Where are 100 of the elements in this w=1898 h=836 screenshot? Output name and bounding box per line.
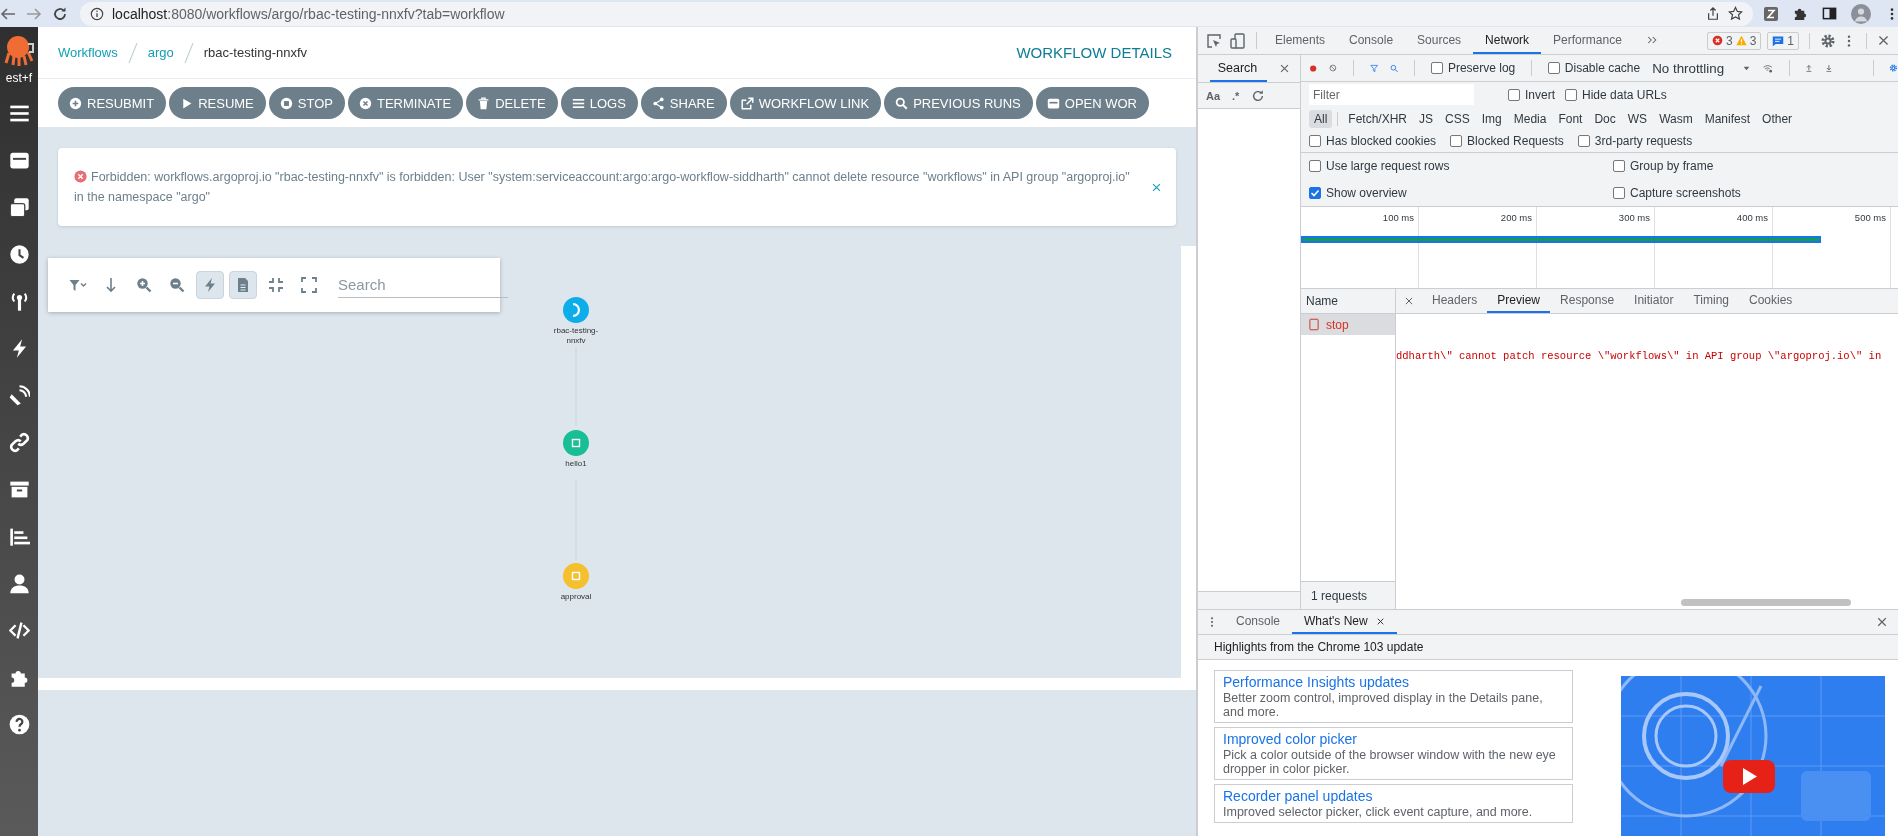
type-filter[interactable]: Doc <box>1589 109 1621 128</box>
type-filter[interactable]: CSS <box>1440 109 1475 128</box>
forward-arrow-icon[interactable] <box>26 5 42 22</box>
action-button[interactable]: RESUME <box>169 87 266 119</box>
link-icon[interactable] <box>8 432 30 453</box>
type-filter[interactable]: JS <box>1414 109 1439 128</box>
checkbox[interactable] <box>1508 88 1520 101</box>
panel-tab[interactable]: Sources <box>1405 27 1474 54</box>
type-filter[interactable]: Other <box>1757 109 1798 128</box>
checkbox[interactable] <box>1613 186 1625 199</box>
action-button[interactable]: PREVIOUS RUNS <box>884 87 1033 119</box>
search-option-button[interactable]: Aa <box>1206 89 1221 102</box>
action-button[interactable]: LOGS <box>560 87 638 119</box>
card-title[interactable]: Performance Insights updates <box>1223 674 1564 691</box>
breadcrumb-link[interactable]: Workflows <box>58 45 118 60</box>
scrollbar[interactable] <box>1681 598 1851 606</box>
issues-badge[interactable]: 3 3 <box>1706 31 1762 50</box>
checkbox[interactable] <box>1565 88 1577 101</box>
action-button[interactable]: WORKFLOW LINK <box>729 87 882 119</box>
user-icon[interactable] <box>8 573 30 594</box>
help-icon[interactable] <box>8 714 30 735</box>
address-bar[interactable]: localhost:8080/workflows/argo/rbac-testing-nnxfv?tab=workflow <box>80 1 1753 26</box>
graph-node[interactable] <box>563 430 589 456</box>
avatar-icon[interactable] <box>1851 3 1871 24</box>
close-icon[interactable] <box>1375 616 1385 626</box>
artifacts-button[interactable] <box>229 271 257 299</box>
checkbox[interactable] <box>1613 160 1625 173</box>
detail-tab[interactable]: Cookies <box>1739 289 1803 313</box>
inspect-icon[interactable] <box>1206 32 1222 49</box>
checkbox[interactable] <box>1430 62 1443 74</box>
card-title[interactable]: Recorder panel updates <box>1223 788 1564 805</box>
messages-badge[interactable]: 1 <box>1767 31 1799 50</box>
action-button[interactable]: DELETE <box>466 87 558 119</box>
satellite-icon[interactable] <box>8 385 30 406</box>
type-filter[interactable]: WS <box>1622 109 1653 128</box>
action-button[interactable]: TERMINATE <box>347 87 464 119</box>
puzzle-icon[interactable] <box>1793 6 1808 21</box>
drawer-tab[interactable]: Console <box>1224 610 1293 634</box>
action-button[interactable]: STOP <box>268 87 345 119</box>
window-icon[interactable] <box>8 150 30 171</box>
type-filter[interactable]: Wasm <box>1654 109 1698 128</box>
fast-render-button[interactable] <box>196 271 224 299</box>
detail-tab[interactable]: Response <box>1550 289 1625 313</box>
action-button[interactable]: OPEN WOR <box>1035 87 1149 119</box>
feature-card[interactable]: Recorder panel updates Improved selector picker, click event capture, and more. <box>1214 784 1573 823</box>
close-icon[interactable] <box>1877 34 1890 47</box>
detail-tab[interactable]: Headers <box>1422 289 1488 313</box>
feature-card[interactable]: Improved color picker Pick a color outside of the browser window with the new eye dropper in color picker. <box>1214 727 1573 780</box>
request-row[interactable]: stop <box>1301 314 1395 335</box>
filter-field[interactable]: Filter <box>1309 84 1474 105</box>
breadcrumb-link[interactable]: argo <box>147 45 174 60</box>
action-button[interactable]: SHARE <box>640 87 727 119</box>
graph-node[interactable] <box>563 297 589 323</box>
card-title[interactable]: Improved color picker <box>1223 731 1564 748</box>
stacked-windows-icon[interactable] <box>8 197 30 218</box>
horizontal-scrollbar[interactable] <box>38 678 1196 690</box>
checkbox[interactable] <box>1450 135 1463 147</box>
reload-icon[interactable] <box>52 5 68 22</box>
type-filter[interactable]: All <box>1309 109 1333 128</box>
column-header[interactable]: Name <box>1306 294 1338 308</box>
panel-tab[interactable]: Performance <box>1541 27 1634 54</box>
throttling-dropdown[interactable]: No throttling <box>1652 60 1752 76</box>
share-icon[interactable] <box>1706 6 1720 21</box>
checkbox[interactable] <box>1309 160 1321 173</box>
star-icon[interactable] <box>1728 6 1743 21</box>
align-left-icon[interactable] <box>8 526 30 547</box>
search-field[interactable]: Search <box>338 272 508 298</box>
type-filter[interactable]: Font <box>1553 109 1588 128</box>
menu-icon[interactable] <box>8 103 30 124</box>
checkbox[interactable] <box>1309 135 1321 147</box>
checkbox-label: Invert <box>1525 87 1555 102</box>
device-icon[interactable] <box>1230 32 1246 49</box>
type-filter[interactable]: Media <box>1508 109 1552 128</box>
code-icon[interactable] <box>8 620 30 641</box>
close-button[interactable] <box>1151 181 1162 193</box>
action-button[interactable]: RESUBMIT <box>58 87 167 119</box>
search-option-button[interactable]: .* <box>1232 89 1240 102</box>
detail-tab[interactable]: Timing <box>1683 289 1739 313</box>
extension-icon[interactable] <box>1763 5 1779 22</box>
back-arrow-icon[interactable] <box>0 5 16 22</box>
checkbox[interactable] <box>1309 186 1321 199</box>
octopus-icon[interactable] <box>2 33 36 69</box>
type-filter[interactable]: Img <box>1476 109 1507 128</box>
breadcrumb-separator-icon <box>183 41 194 64</box>
detail-tab[interactable]: Preview <box>1487 289 1551 313</box>
side-panel-icon[interactable] <box>1822 6 1837 21</box>
panel-tab[interactable]: Console <box>1337 27 1406 54</box>
document-icon <box>1308 318 1320 331</box>
panel-tab[interactable]: Elements <box>1263 27 1338 54</box>
detail-tab[interactable]: Initiator <box>1624 289 1684 313</box>
clock-icon[interactable] <box>8 244 30 265</box>
type-filter[interactable]: Fetch/XHR <box>1343 109 1413 128</box>
graph-node[interactable] <box>563 563 589 589</box>
checkbox[interactable] <box>1547 62 1560 74</box>
checkbox[interactable] <box>1577 135 1590 147</box>
feature-card[interactable]: Performance Insights updates Better zoom control, improved display in the Details pane, and more. <box>1214 670 1573 723</box>
type-filter[interactable]: Manifest <box>1699 109 1756 128</box>
archive-icon[interactable] <box>8 479 30 500</box>
refresh-icon[interactable] <box>1251 88 1266 103</box>
settings-icon[interactable] <box>1820 32 1836 49</box>
